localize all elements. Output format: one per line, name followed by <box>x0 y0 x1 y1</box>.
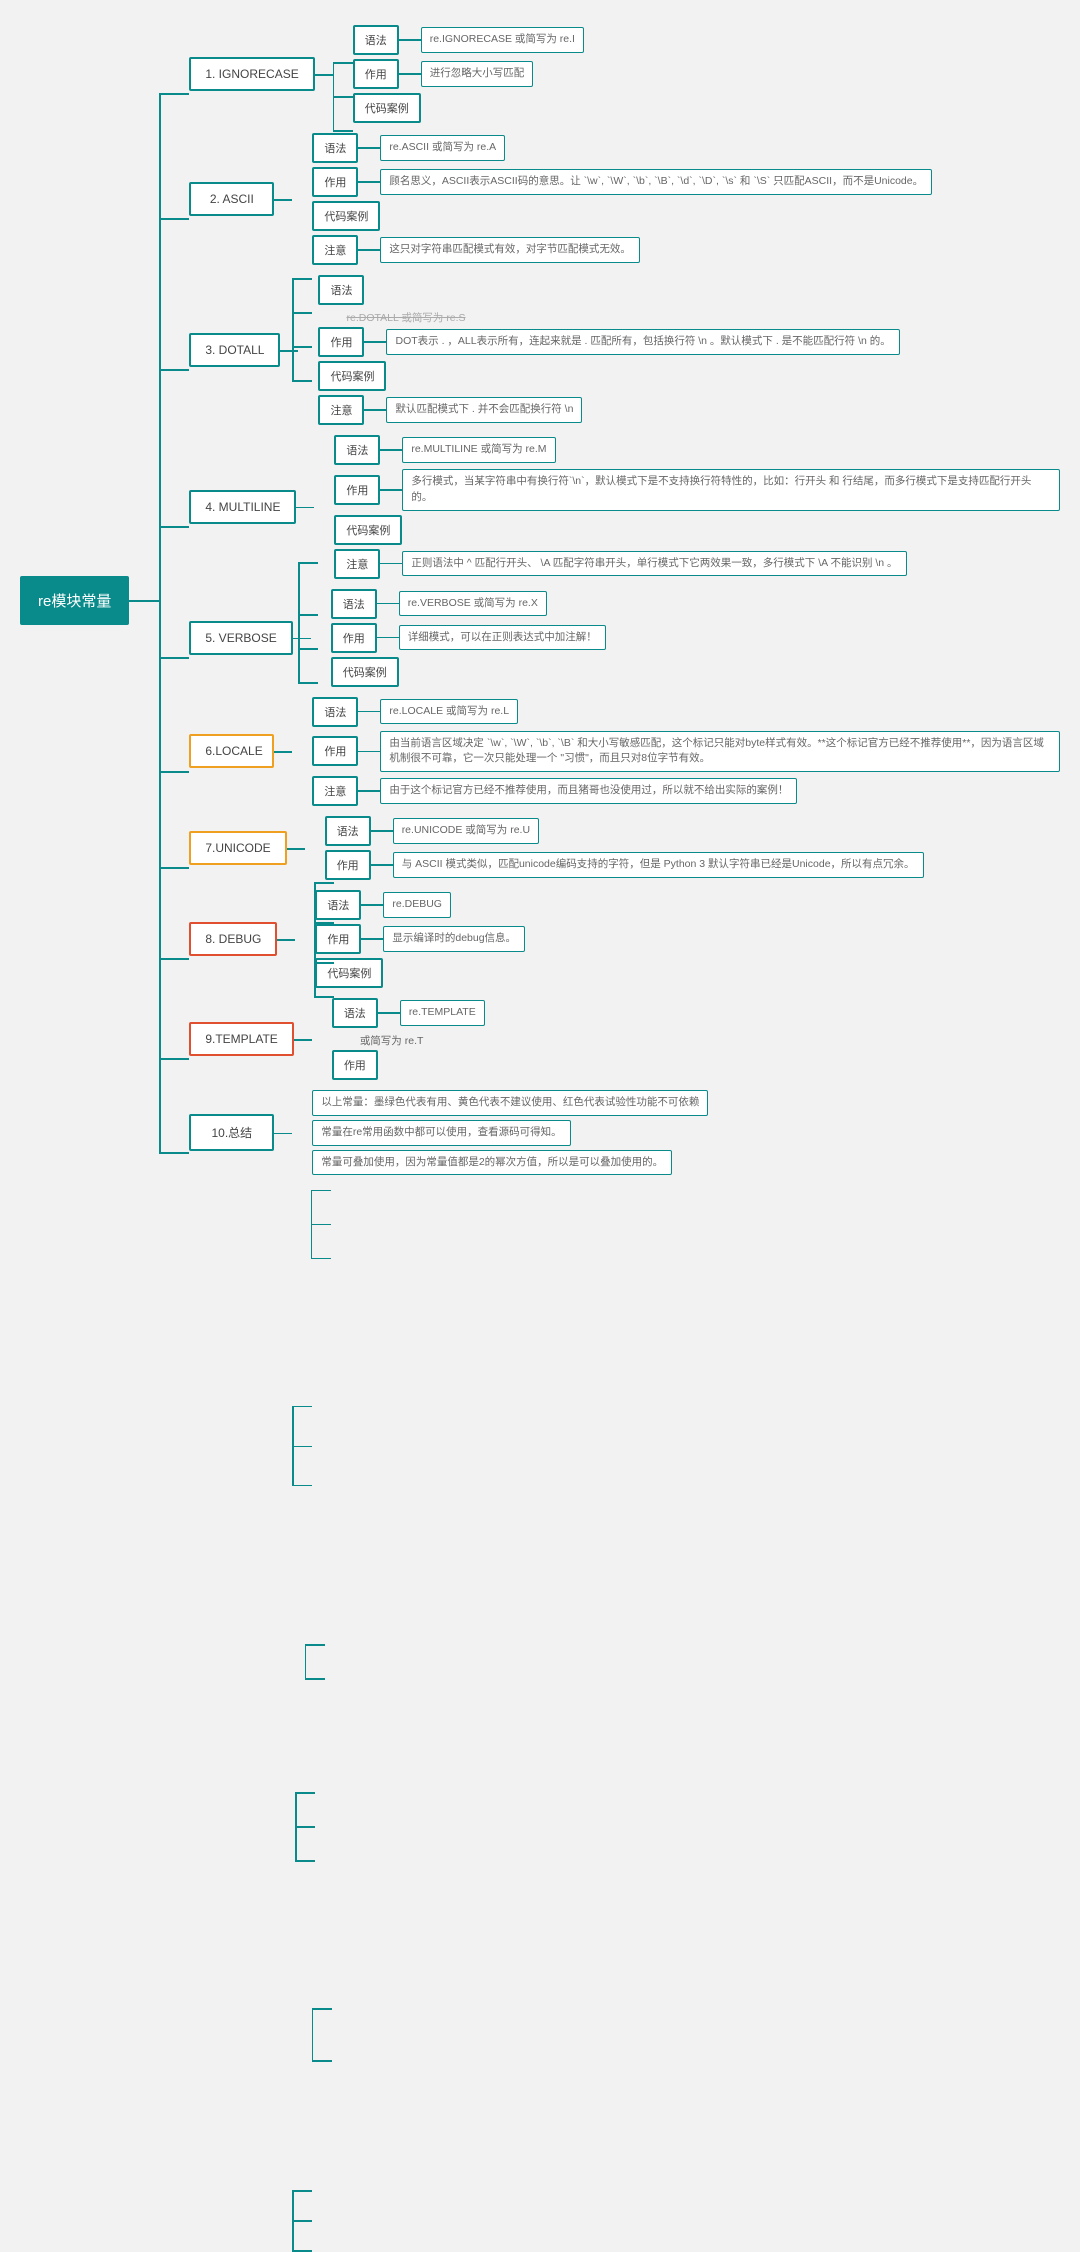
main-connector <box>129 20 189 1180</box>
level1-node[interactable]: 10.总结 <box>189 1114 274 1151</box>
attr-label[interactable]: 作用 <box>325 850 371 880</box>
attr-label[interactable]: 代码案例 <box>334 515 402 545</box>
attr-label[interactable]: 作用 <box>331 623 377 653</box>
leaf-node[interactable]: 与 ASCII 模式类似，匹配unicode编码支持的字符，但是 Python … <box>393 852 924 878</box>
sub-connector <box>274 131 312 267</box>
attr-label[interactable]: 语法 <box>312 133 358 163</box>
leaf-node[interactable]: 这只对字符串匹配模式有效，对字节匹配模式无效。 <box>380 237 640 263</box>
leaf-node[interactable]: 进行忽略大小写匹配 <box>421 61 534 87</box>
attr-label[interactable]: 语法 <box>331 589 377 619</box>
leaf-node[interactable]: 由当前语言区域决定 `\w`, `\W`, `\b`, `\B` 和大小写敏感匹… <box>380 731 1060 773</box>
level1-node[interactable]: 6.LOCALE <box>189 734 274 768</box>
attr-label[interactable]: 语法 <box>318 275 364 305</box>
attr-label[interactable]: 代码案例 <box>331 657 399 687</box>
attr-label[interactable]: 语法 <box>325 816 371 846</box>
attr-label[interactable]: 语法 <box>312 697 358 727</box>
leaf-node[interactable]: re.MULTILINE 或简写为 re.M <box>402 437 555 463</box>
extra-text: re.DOTALL 或简写为 re.S <box>346 310 899 325</box>
sub-connector <box>294 996 332 1082</box>
sub-connector <box>287 814 325 882</box>
leaf-node[interactable]: 常量可叠加使用，因为常量值都是2的幂次方值，所以是可以叠加使用的。 <box>312 1150 672 1176</box>
leaf-node[interactable]: re.DEBUG <box>383 892 451 918</box>
attr-label[interactable]: 代码案例 <box>312 201 380 231</box>
level1-node[interactable]: 2. ASCII <box>189 182 274 216</box>
attr-label[interactable]: 注意 <box>318 395 364 425</box>
attr-label[interactable]: 作用 <box>312 736 358 766</box>
attr-label[interactable]: 语法 <box>315 890 361 920</box>
leaf-node[interactable]: 正则语法中 ^ 匹配行开头、 \A 匹配字符串开头，单行模式下它两效果一致，多行… <box>402 551 906 577</box>
root-node[interactable]: re模块常量 <box>20 576 129 625</box>
level1-node[interactable]: 7.UNICODE <box>189 831 286 865</box>
level1-node[interactable]: 8. DEBUG <box>189 922 277 956</box>
attr-label[interactable]: 作用 <box>334 475 380 505</box>
leaf-node[interactable]: 默认匹配模式下 . 并不会匹配换行符 \n <box>386 397 582 423</box>
level1-node[interactable]: 9.TEMPLATE <box>189 1022 293 1056</box>
leaf-node[interactable]: re.UNICODE 或简写为 re.U <box>393 818 539 844</box>
leaf-node[interactable]: 显示编译时的debug信息。 <box>383 926 525 952</box>
leaf-node[interactable]: re.TEMPLATE <box>400 1000 485 1026</box>
attr-label[interactable]: 代码案例 <box>318 361 386 391</box>
sub-connector <box>274 695 312 809</box>
attr-label[interactable]: 语法 <box>334 435 380 465</box>
extra-text: 或简写为 re.T <box>360 1033 485 1048</box>
attr-label[interactable]: 代码案例 <box>353 93 421 123</box>
attr-label[interactable]: 作用 <box>315 924 361 954</box>
level1-node[interactable]: 1. IGNORECASE <box>189 57 314 91</box>
sub-connector <box>280 273 318 427</box>
attr-label[interactable]: 语法 <box>332 998 378 1028</box>
sub-connector <box>315 23 353 125</box>
sub-connector <box>277 888 315 990</box>
attr-label[interactable]: 作用 <box>318 327 364 357</box>
level1-node[interactable]: 4. MULTILINE <box>189 490 296 524</box>
leaf-node[interactable]: 由于这个标记官方已经不推荐使用，而且猪哥也没使用过，所以就不给出实际的案例！ <box>380 778 797 804</box>
leaf-node[interactable]: 顾名思义，ASCII表示ASCII码的意思。让 `\w`, `\W`, `\b`… <box>380 169 932 195</box>
attr-label[interactable]: 注意 <box>312 776 358 806</box>
leaf-node[interactable]: 以上常量：墨绿色代表有用、黄色代表不建议使用、红色代表试验性功能不可依赖 <box>312 1090 708 1116</box>
leaf-node[interactable]: DOT表示 . ，ALL表示所有，连起来就是 . 匹配所有，包括换行符 \n 。… <box>386 329 899 355</box>
attr-label[interactable]: 作用 <box>332 1050 378 1080</box>
leaf-node[interactable]: re.IGNORECASE 或简写为 re.I <box>421 27 584 53</box>
level1-node[interactable]: 5. VERBOSE <box>189 621 292 655</box>
level1-node[interactable]: 3. DOTALL <box>189 333 280 367</box>
leaf-node[interactable]: re.LOCALE 或简写为 re.L <box>380 699 518 725</box>
attr-label[interactable]: 作用 <box>312 167 358 197</box>
sub-connector <box>274 1088 312 1177</box>
attr-label[interactable]: 注意 <box>312 235 358 265</box>
leaf-node[interactable]: 多行模式，当某字符串中有换行符`\n`，默认模式下是不支持换行符特性的，比如：行… <box>402 469 1060 511</box>
leaf-node[interactable]: 常量在re常用函数中都可以使用，查看源码可得知。 <box>312 1120 570 1146</box>
sub-connector <box>296 433 334 581</box>
attr-label[interactable]: 注意 <box>334 549 380 579</box>
attr-label[interactable]: 作用 <box>353 59 399 89</box>
sub-connector <box>293 587 331 689</box>
leaf-node[interactable]: 详细模式，可以在正则表达式中加注解！ <box>399 625 606 651</box>
leaf-node[interactable]: re.ASCII 或简写为 re.A <box>380 135 505 161</box>
attr-label[interactable]: 语法 <box>353 25 399 55</box>
leaf-node[interactable]: re.VERBOSE 或简写为 re.X <box>399 591 547 617</box>
